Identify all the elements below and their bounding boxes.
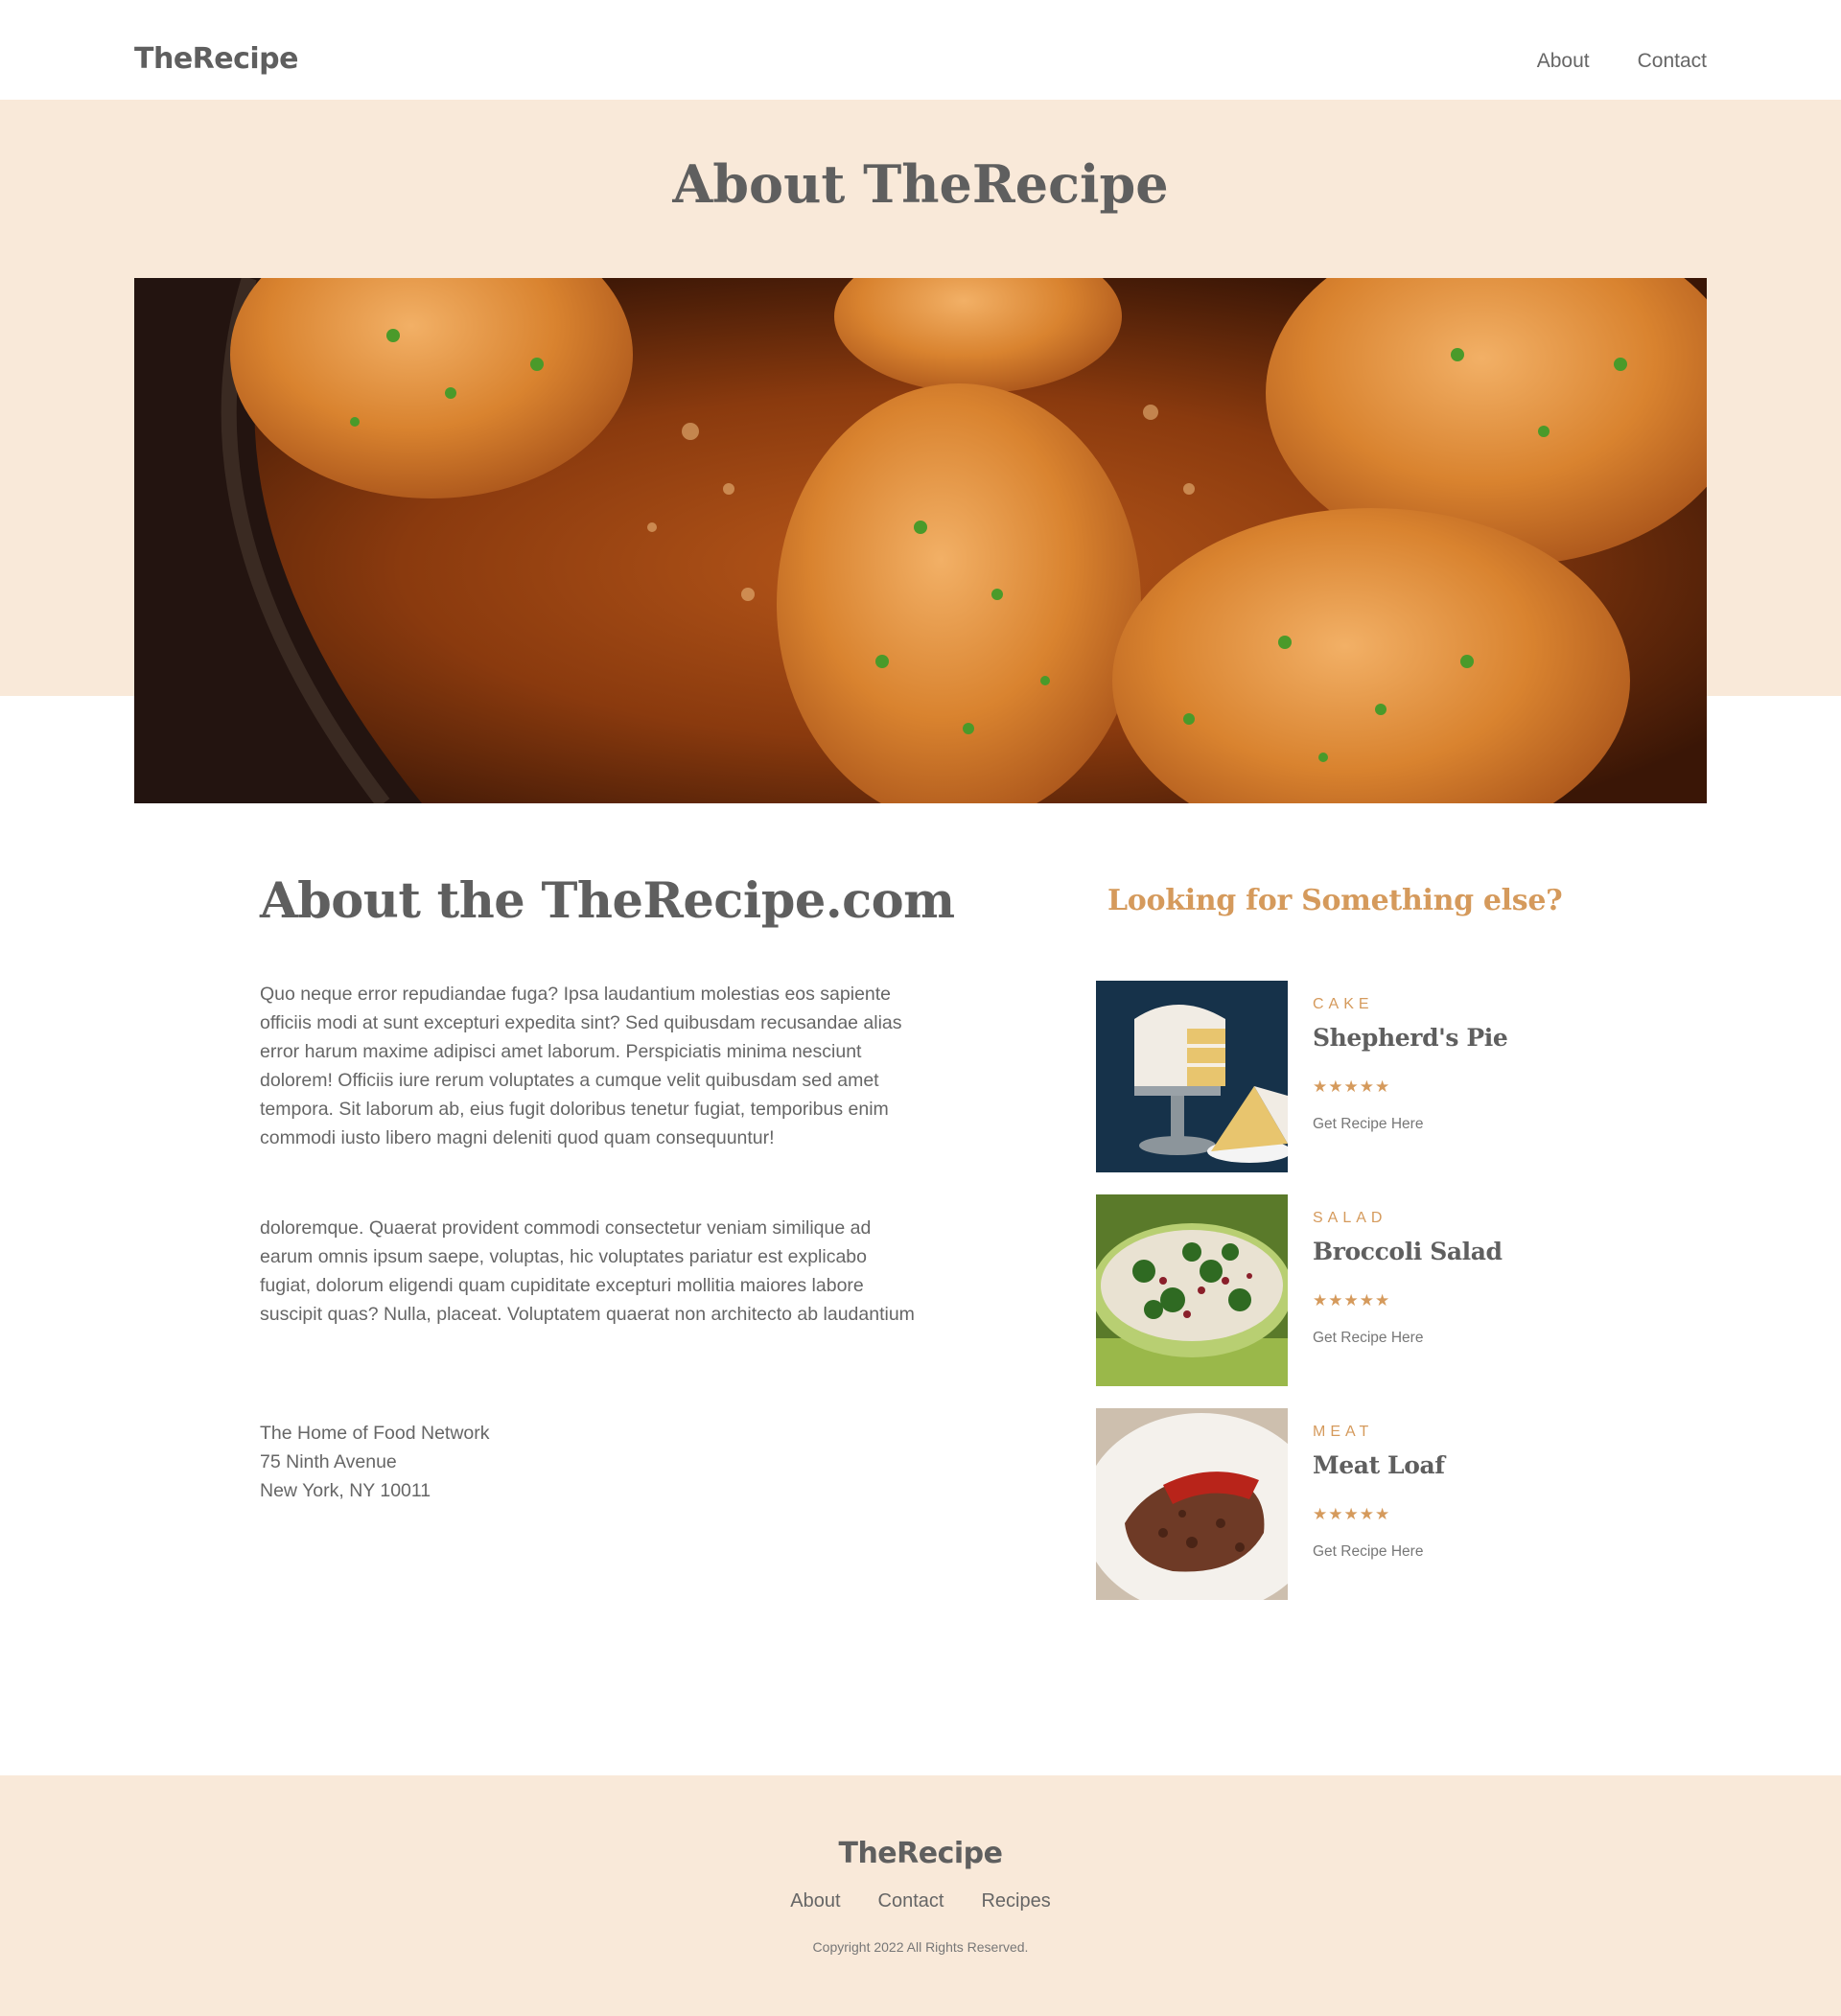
footer-about-link[interactable]: About [790, 1890, 840, 1912]
card-category: CAKE [1313, 996, 1374, 1012]
rating-stars: ★★★★★ [1313, 1078, 1391, 1097]
nav-about-link[interactable]: About [1537, 50, 1590, 73]
address-line-1: The Home of Food Network [260, 1423, 490, 1444]
chicken-pan-illustration [134, 278, 1707, 803]
card-category: MEAT [1313, 1424, 1374, 1440]
get-recipe-link[interactable]: Get Recipe Here [1313, 1116, 1423, 1133]
address-line-2: 75 Ninth Avenue [260, 1451, 397, 1472]
meatloaf-thumbnail[interactable] [1096, 1408, 1288, 1600]
rating-stars: ★★★★★ [1313, 1291, 1391, 1310]
about-heading: About the TheRecipe.com [260, 872, 955, 930]
site-header: TheRecipe About Contact [0, 0, 1841, 100]
footer-logo[interactable]: TheRecipe [0, 1837, 1841, 1870]
meatloaf-image [1096, 1408, 1288, 1600]
hero-image [134, 278, 1707, 803]
recipe-card-salad[interactable]: SALAD Broccoli Salad ★★★★★ Get Recipe He… [1096, 1194, 1575, 1386]
get-recipe-link[interactable]: Get Recipe Here [1313, 1543, 1423, 1561]
page-title: About TheRecipe [672, 153, 1169, 215]
recipe-card-meat[interactable]: MEAT Meat Loaf ★★★★★ Get Recipe Here [1096, 1408, 1575, 1600]
cake-image [1096, 981, 1288, 1172]
card-title[interactable]: Meat Loaf [1313, 1451, 1445, 1479]
get-recipe-link[interactable]: Get Recipe Here [1313, 1330, 1423, 1347]
copyright-text: Copyright 2022 All Rights Reserved. [812, 1939, 1029, 1955]
main-nav: About Contact [1537, 50, 1707, 73]
card-title[interactable]: Shepherd's Pie [1313, 1024, 1508, 1052]
address-line-3: New York, NY 10011 [260, 1480, 431, 1501]
site-footer: TheRecipe About Contact Recipes Copyrigh… [0, 1775, 1841, 2016]
nav-contact-link[interactable]: Contact [1638, 50, 1707, 73]
card-category: SALAD [1313, 1210, 1387, 1226]
about-paragraph-1: Quo neque error repudiandae fuga? Ipsa l… [260, 984, 902, 1148]
rating-stars: ★★★★★ [1313, 1505, 1391, 1524]
address-block: The Home of Food Network 75 Ninth Avenue… [260, 1419, 490, 1505]
about-paragraph-2: doloremque. Quaerat provident commodi co… [260, 1217, 915, 1325]
footer-nav: About Contact Recipes [0, 1890, 1841, 1912]
salad-thumbnail[interactable] [1096, 1194, 1288, 1386]
cake-thumbnail[interactable] [1096, 981, 1288, 1172]
sidebar-heading: Looking for Something else? [1107, 884, 1563, 917]
salad-image [1096, 1194, 1288, 1386]
recipe-card-cake[interactable]: CAKE Shepherd's Pie ★★★★★ Get Recipe Her… [1096, 981, 1575, 1172]
footer-recipes-link[interactable]: Recipes [981, 1890, 1050, 1912]
footer-contact-link[interactable]: Contact [878, 1890, 944, 1912]
card-title[interactable]: Broccoli Salad [1313, 1238, 1503, 1265]
site-logo[interactable]: TheRecipe [134, 42, 299, 76]
